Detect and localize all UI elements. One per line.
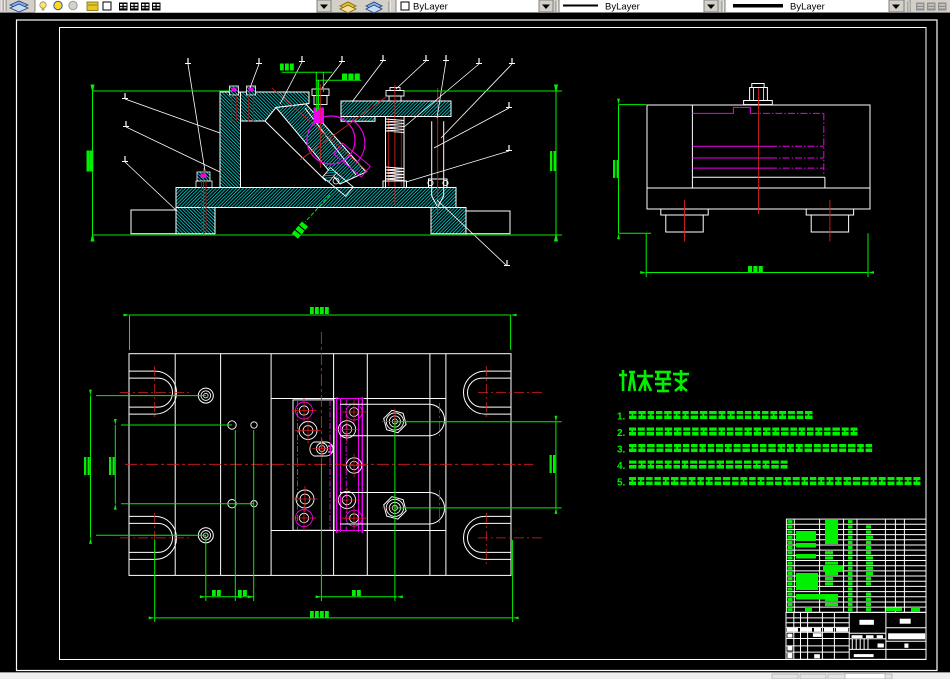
svg-text:1.: 1.	[617, 412, 626, 423]
svg-text:ByLayer: ByLayer	[413, 2, 448, 13]
svg-text:3.: 3.	[617, 445, 626, 456]
svg-text:5.: 5.	[617, 478, 626, 489]
svg-text:4.: 4.	[617, 461, 626, 472]
svg-text:2.: 2.	[617, 428, 626, 439]
svg-text:ByLayer: ByLayer	[605, 2, 640, 13]
svg-text:ByLayer: ByLayer	[790, 2, 825, 13]
